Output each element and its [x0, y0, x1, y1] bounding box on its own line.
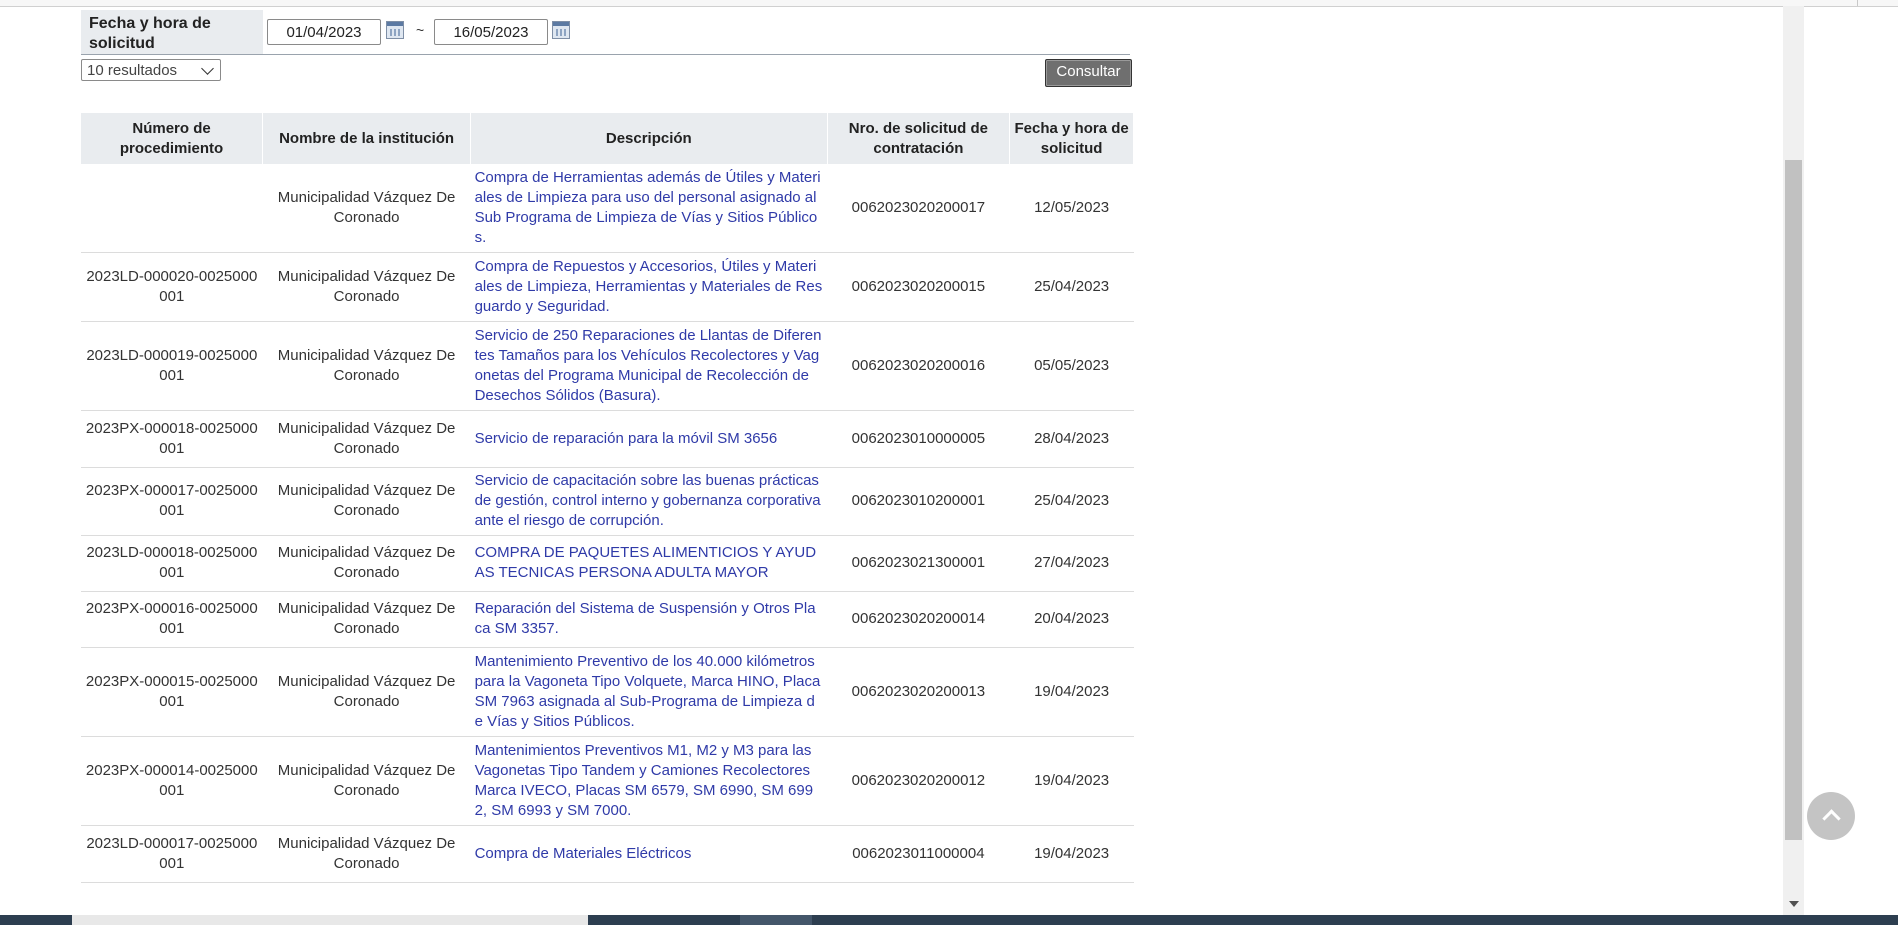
caret-down-icon[interactable] — [1789, 901, 1799, 907]
description-link[interactable]: Compra de Herramientas además de Útiles … — [470, 164, 828, 253]
procedure-number: 2023PX-000018-0025000001 — [81, 410, 263, 468]
filter-label: Fecha y hora de solicitud — [81, 10, 263, 54]
request-number: 0062023020200013 — [827, 647, 1010, 737]
request-number: 0062023010200001 — [827, 467, 1010, 536]
table-row: 2023PX-000017-0025000001 Municipalidad V… — [81, 467, 1134, 536]
request-number: 0062023020200017 — [827, 164, 1010, 253]
description-link[interactable]: Servicio de capacitación sobre las buena… — [470, 467, 828, 536]
institution-name: Municipalidad Vázquez De Coronado — [262, 467, 471, 536]
procedure-number: 2023PX-000014-0025000001 — [81, 736, 263, 826]
table-header-row: Número de procedimiento Nombre de la ins… — [81, 113, 1134, 164]
date-to-input[interactable]: 16/05/2023 — [434, 19, 548, 45]
institution-name: Municipalidad Vázquez De Coronado — [262, 164, 471, 253]
header-institution-name: Nombre de la institución — [262, 113, 472, 164]
table-row: 2023LD-000020-0025000001 Municipalidad V… — [81, 252, 1134, 322]
request-date: 28/04/2023 — [1009, 410, 1134, 468]
calendar-icon[interactable] — [386, 21, 404, 39]
description-link[interactable]: Servicio de 250 Reparaciones de Llantas … — [470, 321, 828, 411]
request-date: 19/04/2023 — [1009, 647, 1134, 737]
procedure-number: 2023LD-000020-0025000001 — [81, 252, 263, 322]
taskbar-strip — [0, 915, 1898, 925]
request-date: 05/05/2023 — [1009, 321, 1134, 411]
taskbar-segment — [740, 915, 812, 925]
request-number: 0062023010000005 — [827, 410, 1010, 468]
institution-name: Municipalidad Vázquez De Coronado — [262, 591, 471, 648]
description-link[interactable]: Mantenimientos Preventivos M1, M2 y M3 p… — [470, 736, 828, 826]
request-date: 19/04/2023 — [1009, 736, 1134, 826]
date-filter-row: Fecha y hora de solicitud 01/04/2023 ~ 1… — [81, 10, 1130, 55]
table-row: 2023PX-000015-0025000001 Municipalidad V… — [81, 647, 1134, 737]
procedure-number: 2023LD-000018-0025000001 — [81, 535, 263, 592]
date-from-input[interactable]: 01/04/2023 — [267, 19, 381, 45]
procedure-number: 2023PX-000016-0025000001 — [81, 591, 263, 648]
header-request-date: Fecha y hora de solicitud — [1009, 113, 1134, 164]
request-date: 27/04/2023 — [1009, 535, 1134, 592]
main-content: Fecha y hora de solicitud 01/04/2023 ~ 1… — [0, 6, 1780, 915]
institution-name: Municipalidad Vázquez De Coronado — [262, 736, 471, 826]
institution-name: Municipalidad Vázquez De Coronado — [262, 252, 471, 322]
vertical-scrollbar[interactable] — [1783, 6, 1804, 915]
table-row: Municipalidad Vázquez De Coronado Compra… — [81, 164, 1134, 253]
procedure-number: 2023LD-000019-0025000001 — [81, 321, 263, 411]
description-link[interactable]: Servicio de reparación para la móvil SM … — [470, 410, 828, 468]
institution-name: Municipalidad Vázquez De Coronado — [262, 535, 471, 592]
description-link[interactable]: Compra de Materiales Eléctricos — [470, 825, 828, 883]
table-row: 2023PX-000016-0025000001 Municipalidad V… — [81, 591, 1134, 648]
request-number: 0062023021300001 — [827, 535, 1010, 592]
request-number: 0062023020200015 — [827, 252, 1010, 322]
request-date: 19/04/2023 — [1009, 825, 1134, 883]
results-table: Número de procedimiento Nombre de la ins… — [81, 113, 1134, 883]
description-link[interactable]: Reparación del Sistema de Suspensión y O… — [470, 591, 828, 648]
institution-name: Municipalidad Vázquez De Coronado — [262, 647, 471, 737]
chevron-down-icon — [201, 62, 214, 75]
description-link[interactable]: COMPRA DE PAQUETES ALIMENTICIOS Y AYUDAS… — [470, 535, 828, 592]
institution-name: Municipalidad Vázquez De Coronado — [262, 410, 471, 468]
description-link[interactable]: Compra de Repuestos y Accesorios, Útiles… — [470, 252, 828, 322]
results-per-page-select[interactable]: 10 resultados — [81, 59, 221, 81]
header-request-number: Nro. de solicitud de contratación — [827, 113, 1011, 164]
institution-name: Municipalidad Vázquez De Coronado — [262, 825, 471, 883]
procedure-number — [81, 164, 263, 253]
request-date: 12/05/2023 — [1009, 164, 1134, 253]
scroll-to-top-button[interactable] — [1807, 792, 1855, 840]
taskbar-segment — [72, 915, 588, 925]
request-date: 20/04/2023 — [1009, 591, 1134, 648]
table-row: 2023LD-000018-0025000001 Municipalidad V… — [81, 535, 1134, 592]
table-row: 2023LD-000019-0025000001 Municipalidad V… — [81, 321, 1134, 411]
header-description: Descripción — [470, 113, 828, 164]
header-procedure-number: Número de procedimiento — [81, 113, 264, 164]
request-date: 25/04/2023 — [1009, 252, 1134, 322]
table-row: 2023PX-000018-0025000001 Municipalidad V… — [81, 410, 1134, 468]
table-row: 2023PX-000014-0025000001 Municipalidad V… — [81, 736, 1134, 826]
description-link[interactable]: Mantenimiento Preventivo de los 40.000 k… — [470, 647, 828, 737]
consult-button[interactable]: Consultar — [1045, 59, 1132, 87]
procedure-number: 2023LD-000017-0025000001 — [81, 825, 263, 883]
procedure-number: 2023PX-000015-0025000001 — [81, 647, 263, 737]
table-row: 2023LD-000017-0025000001 Municipalidad V… — [81, 825, 1134, 883]
request-date: 25/04/2023 — [1009, 467, 1134, 536]
request-number: 0062023011000004 — [827, 825, 1010, 883]
calendar-icon[interactable] — [552, 21, 570, 39]
institution-name: Municipalidad Vázquez De Coronado — [262, 321, 471, 411]
window-corner — [1857, 0, 1898, 6]
results-per-page-value: 10 resultados — [87, 62, 178, 79]
procedure-number: 2023PX-000017-0025000001 — [81, 467, 263, 536]
request-number: 0062023020200012 — [827, 736, 1010, 826]
chevron-up-icon — [1822, 809, 1841, 828]
date-separator: ~ — [416, 22, 425, 38]
request-number: 0062023020200016 — [827, 321, 1010, 411]
request-number: 0062023020200014 — [827, 591, 1010, 648]
scrollbar-thumb[interactable] — [1785, 160, 1802, 840]
